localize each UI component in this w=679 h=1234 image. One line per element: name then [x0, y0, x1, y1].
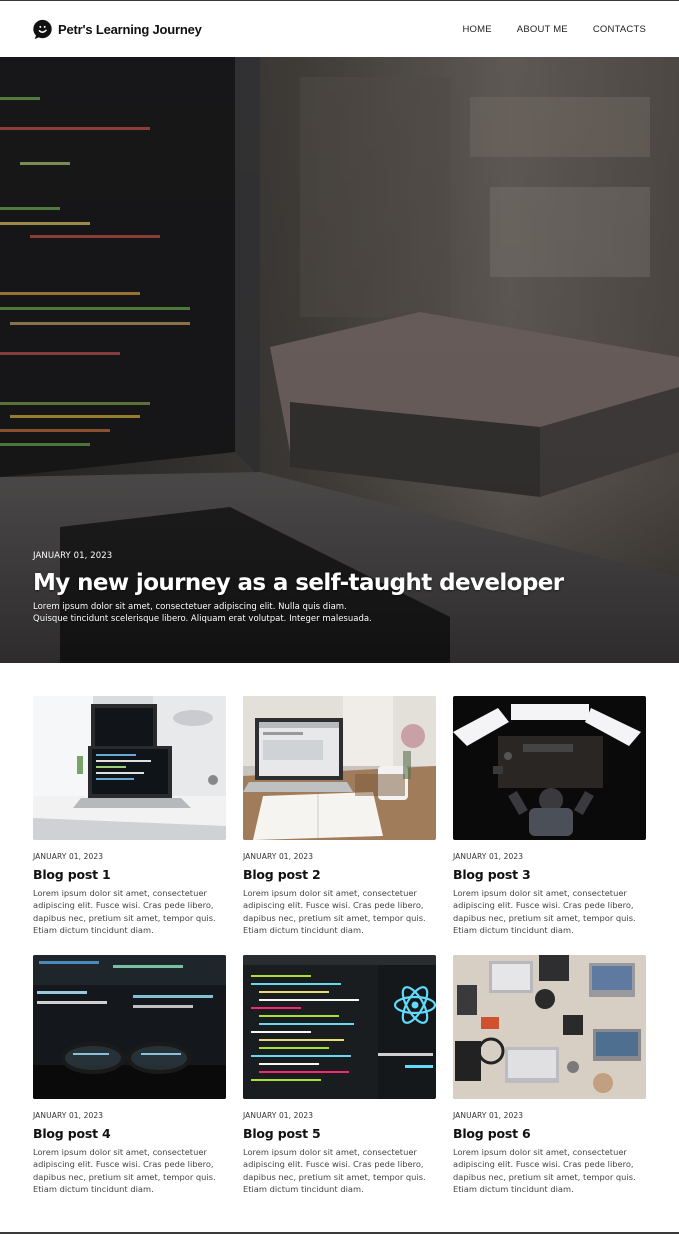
post-excerpt: Lorem ipsum dolor sit amet, consectetuer… — [453, 888, 636, 935]
speech-bubble-icon — [33, 19, 52, 39]
hero-excerpt: Lorem ipsum dolor sit amet, consectetuer… — [33, 602, 372, 624]
post-image[interactable] — [243, 696, 436, 840]
hero-title[interactable]: My new journey as a self-taught develope… — [33, 569, 653, 597]
post-image[interactable] — [243, 955, 436, 1099]
blog-card[interactable]: JANUARY 01, 2023 Blog post 4 Lorem ipsum… — [33, 955, 226, 1199]
post-title[interactable]: Blog post 2 — [243, 867, 436, 882]
post-date: JANUARY 01, 2023 — [243, 1111, 314, 1120]
blog-posts-grid: JANUARY 01, 2023 Blog post 1 Lorem ipsum… — [33, 696, 646, 1199]
post-title[interactable]: Blog post 6 — [453, 1126, 646, 1141]
post-title[interactable]: Blog post 3 — [453, 867, 646, 882]
post-title[interactable]: Blog post 5 — [243, 1126, 436, 1141]
post-excerpt: Lorem ipsum dolor sit amet, consectetuer… — [243, 888, 426, 935]
blog-card[interactable]: JANUARY 01, 2023 Blog post 2 Lorem ipsum… — [243, 696, 436, 940]
site-header: Petr's Learning Journey HOME ABOUT ME CO… — [0, 1, 679, 57]
post-excerpt: Lorem ipsum dolor sit amet, consectetuer… — [33, 888, 216, 935]
post-excerpt: Lorem ipsum dolor sit amet, consectetuer… — [243, 1147, 426, 1194]
post-image[interactable] — [33, 696, 226, 840]
nav-home[interactable]: HOME — [462, 24, 491, 35]
post-title[interactable]: Blog post 4 — [33, 1126, 226, 1141]
post-image[interactable] — [453, 955, 646, 1099]
post-date: JANUARY 01, 2023 — [453, 1111, 524, 1120]
hero-date: JANUARY 01, 2023 — [33, 551, 113, 561]
post-image[interactable] — [453, 696, 646, 840]
brand-name: Petr's Learning Journey — [58, 21, 202, 37]
post-date: JANUARY 01, 2023 — [243, 852, 314, 861]
post-date: JANUARY 01, 2023 — [33, 1111, 104, 1120]
main-nav: HOME ABOUT ME CONTACTS — [462, 24, 646, 35]
hero-text: JANUARY 01, 2023 My new journey as a sel… — [33, 551, 653, 625]
blog-card[interactable]: JANUARY 01, 2023 Blog post 3 Lorem ipsum… — [453, 696, 646, 940]
post-excerpt: Lorem ipsum dolor sit amet, consectetuer… — [33, 1147, 216, 1194]
post-title[interactable]: Blog post 1 — [33, 867, 226, 882]
blog-card[interactable]: JANUARY 01, 2023 Blog post 6 Lorem ipsum… — [453, 955, 646, 1199]
blog-card[interactable]: JANUARY 01, 2023 Blog post 1 Lorem ipsum… — [33, 696, 226, 940]
post-date: JANUARY 01, 2023 — [453, 852, 524, 861]
nav-about-me[interactable]: ABOUT ME — [517, 24, 568, 35]
hero-featured-post[interactable]: JANUARY 01, 2023 My new journey as a sel… — [0, 57, 679, 663]
blog-card[interactable]: JANUARY 01, 2023 Blog post 5 Lorem ipsum… — [243, 955, 436, 1199]
nav-contacts[interactable]: CONTACTS — [593, 24, 646, 35]
brand-link[interactable]: Petr's Learning Journey — [32, 19, 202, 40]
post-image[interactable] — [33, 955, 226, 1099]
post-date: JANUARY 01, 2023 — [33, 852, 104, 861]
post-excerpt: Lorem ipsum dolor sit amet, consectetuer… — [453, 1147, 636, 1194]
